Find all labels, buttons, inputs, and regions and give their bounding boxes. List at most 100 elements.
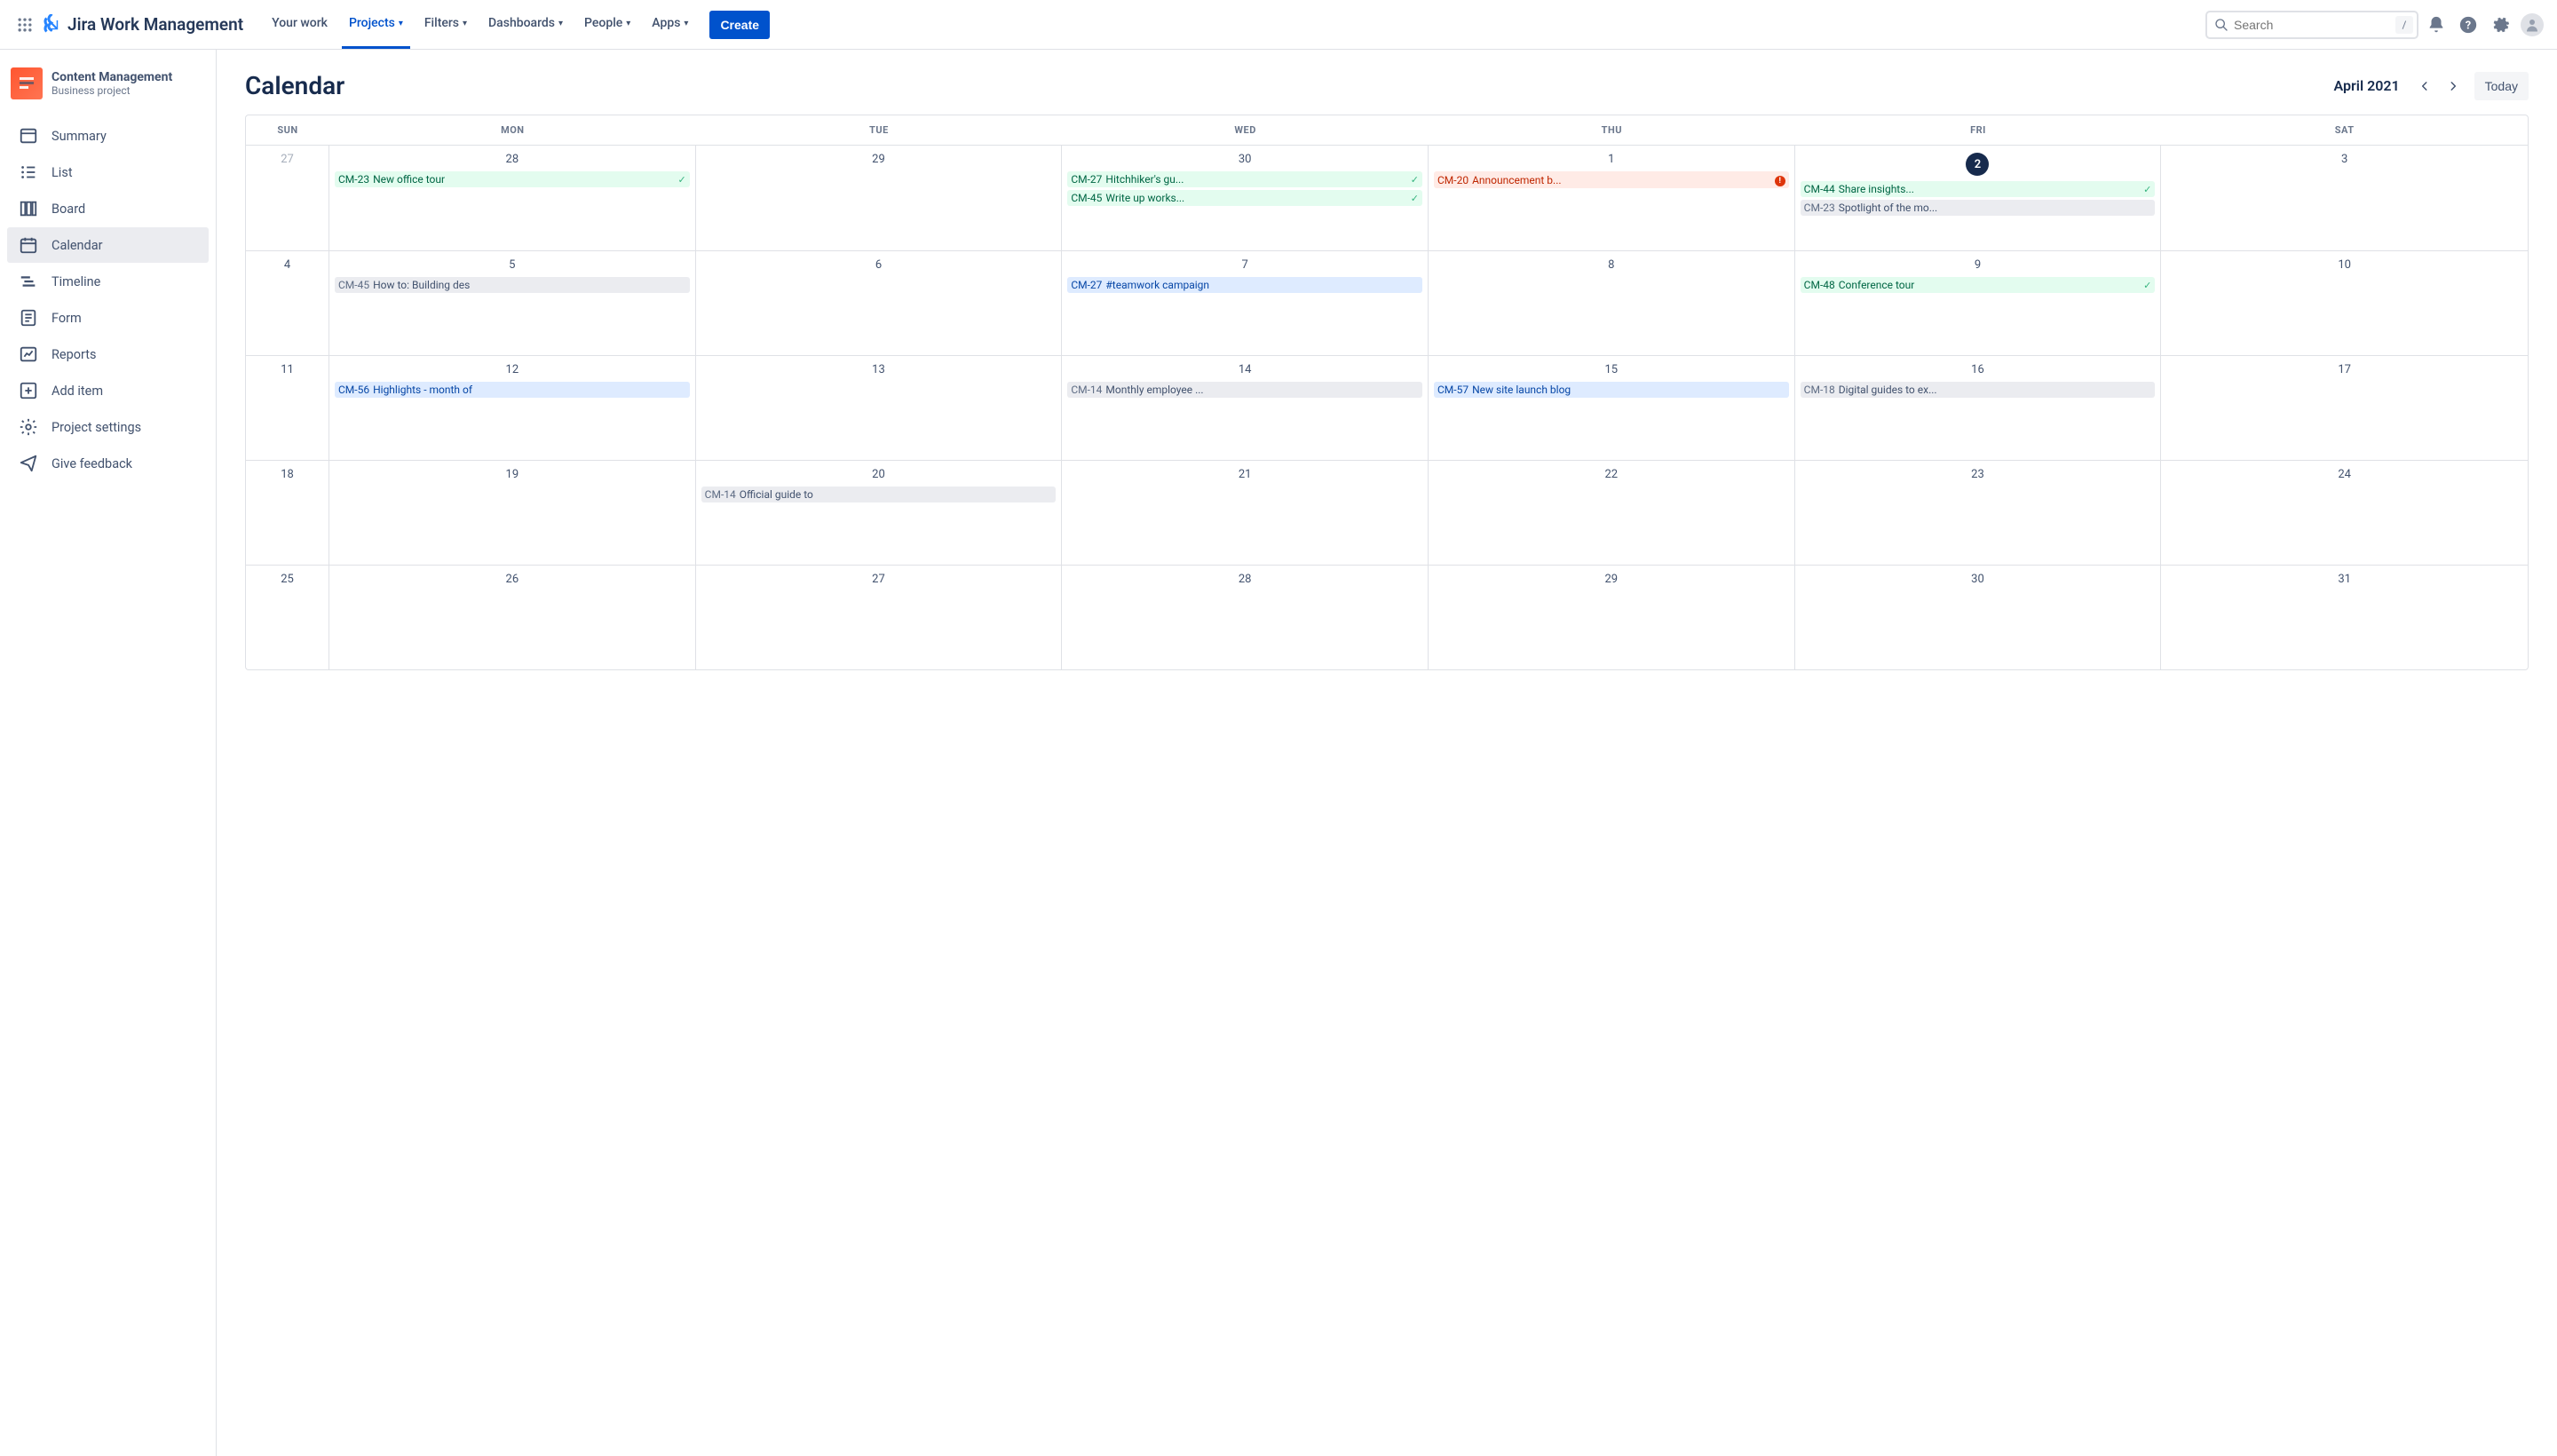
calendar-day[interactable]: 27 [246,146,329,250]
event-key: CM-45 [338,279,369,291]
nav-item-your-work[interactable]: Your work [265,0,335,49]
sidebar-item-project-settings[interactable]: Project settings [7,409,209,445]
calendar-day[interactable]: 28CM-23New office tour✓ [329,146,696,250]
calendar-day[interactable]: 27 [696,566,1063,669]
dow-header: TUE [696,115,1063,145]
calendar-day[interactable]: 31 [2161,566,2528,669]
calendar-event[interactable]: CM-27#teamwork campaign [1067,277,1422,293]
nav-item-people[interactable]: People▾ [577,0,637,49]
event-key: CM-20 [1437,174,1468,186]
sidebar-item-add-item[interactable]: Add item [7,373,209,408]
help-button[interactable]: ? [2454,11,2482,39]
calendar-day[interactable]: 29 [1429,566,1795,669]
calendar-day[interactable]: 30CM-27Hitchhiker's gu...✓ CM-45Write up … [1062,146,1429,250]
calendar-day[interactable]: 5CM-45How to: Building des [329,251,696,355]
calendar-day[interactable]: 10 [2161,251,2528,355]
calendar-day[interactable]: 2CM-44Share insights...✓CM-23Spotlight o… [1795,146,2162,250]
sidebar-item-timeline[interactable]: Timeline [7,264,209,299]
sidebar-item-summary[interactable]: Summary [7,118,209,154]
calendar-event[interactable]: CM-18Digital guides to ex... [1801,382,2156,398]
nav-item-projects[interactable]: Projects▾ [342,0,410,49]
calendar-day[interactable]: 4 [246,251,329,355]
calendar-day[interactable]: 3 [2161,146,2528,250]
calendar-day[interactable]: 20CM-14Official guide to [696,461,1063,565]
sidebar-item-label: Reports [51,347,97,362]
calendar-day[interactable]: 15CM-57New site launch blog [1429,356,1795,460]
project-type: Business project [51,84,172,97]
day-number: 28 [335,149,690,171]
calendar-day[interactable]: 16CM-18Digital guides to ex... [1795,356,2162,460]
settings-button[interactable] [2486,11,2514,39]
calendar-day[interactable]: 26 [329,566,696,669]
project-header[interactable]: Content Management Business project [7,67,209,117]
calendar-day[interactable]: 23 [1795,461,2162,565]
calendar-event[interactable]: CM-27Hitchhiker's gu...✓ [1067,171,1422,187]
calendar-event[interactable]: CM-48Conference tour✓ [1801,277,2156,293]
calendar-day[interactable]: 24 [2161,461,2528,565]
day-number: 30 [1067,149,1422,171]
day-number: 25 [251,569,323,591]
chevron-down-icon: ▾ [558,19,563,28]
calendar-event[interactable]: CM-44Share insights...✓ [1801,181,2156,197]
check-icon: ✓ [2140,184,2151,195]
calendar-day[interactable]: 12CM-56Highlights - month of [329,356,696,460]
calendar-event[interactable]: CM-23New office tour✓ [335,171,690,187]
today-button[interactable]: Today [2474,72,2529,100]
calendar-day[interactable]: 14CM-14Monthly employee ... [1062,356,1429,460]
calendar-day[interactable]: 21 [1062,461,1429,565]
calendar-event[interactable]: CM-14Monthly employee ... [1067,382,1422,398]
calendar-day[interactable]: 9CM-48Conference tour✓ [1795,251,2162,355]
next-month-button[interactable] [2439,72,2467,100]
calendar-grid: SUNMONTUEWEDTHUFRISAT 2728CM-23New offic… [245,115,2529,670]
calendar-event[interactable]: CM-45How to: Building des [335,277,690,293]
search-input[interactable] [2234,18,2395,32]
nav-item-apps[interactable]: Apps▾ [645,0,695,49]
create-button[interactable]: Create [709,11,770,39]
day-number: 12 [335,360,690,382]
calendar-day[interactable]: 28 [1062,566,1429,669]
calendar-day[interactable]: 13 [696,356,1063,460]
day-number: 31 [2166,569,2522,591]
sidebar-item-reports[interactable]: Reports [7,336,209,372]
event-key: CM-14 [705,488,736,501]
calendar-day[interactable]: 17 [2161,356,2528,460]
calendar-day[interactable]: 1CM-20Announcement b...! [1429,146,1795,250]
calendar-day[interactable]: 8 [1429,251,1795,355]
calendar-event[interactable]: CM-56Highlights - month of [335,382,690,398]
prev-month-button[interactable] [2411,72,2439,100]
sidebar-item-form[interactable]: Form [7,300,209,336]
calendar-day[interactable]: 29 [696,146,1063,250]
calendar-event[interactable]: CM-23Spotlight of the mo... [1801,200,2156,216]
calendar-event[interactable]: CM-45Write up works...✓ [1067,190,1422,206]
calendar-day[interactable]: 11 [246,356,329,460]
sidebar-item-calendar[interactable]: Calendar [7,227,209,263]
nav-item-dashboards[interactable]: Dashboards▾ [481,0,570,49]
sidebar-item-board[interactable]: Board [7,191,209,226]
sidebar-item-list[interactable]: List [7,154,209,190]
app-switcher-button[interactable] [11,11,39,39]
calendar-day[interactable]: 6 [696,251,1063,355]
search-input-container[interactable]: / [2205,11,2418,39]
calendar-day[interactable]: 25 [246,566,329,669]
sidebar-item-give-feedback[interactable]: Give feedback [7,446,209,481]
calendar-day[interactable]: 19 [329,461,696,565]
event-title: Highlights - month of [373,384,686,396]
day-number: 13 [701,360,1057,382]
day-number: 20 [701,464,1057,487]
nav-item-filters[interactable]: Filters▾ [417,0,474,49]
check-icon: ✓ [1407,193,1419,204]
calendar-event[interactable]: CM-57New site launch blog [1434,382,1789,398]
calendar-event[interactable]: CM-20Announcement b...! [1434,171,1789,188]
dow-header: SUN [246,115,329,145]
calendar-day[interactable]: 22 [1429,461,1795,565]
chevron-right-icon [2447,80,2459,92]
product-logo[interactable]: Jira Work Management [43,14,243,36]
calendar-day[interactable]: 18 [246,461,329,565]
day-number: 29 [1434,569,1789,591]
profile-button[interactable] [2518,11,2546,39]
sidebar: Content Management Business project Summ… [0,50,217,1456]
calendar-event[interactable]: CM-14Official guide to [701,487,1057,502]
calendar-day[interactable]: 7CM-27#teamwork campaign [1062,251,1429,355]
calendar-day[interactable]: 30 [1795,566,2162,669]
notifications-button[interactable] [2422,11,2450,39]
